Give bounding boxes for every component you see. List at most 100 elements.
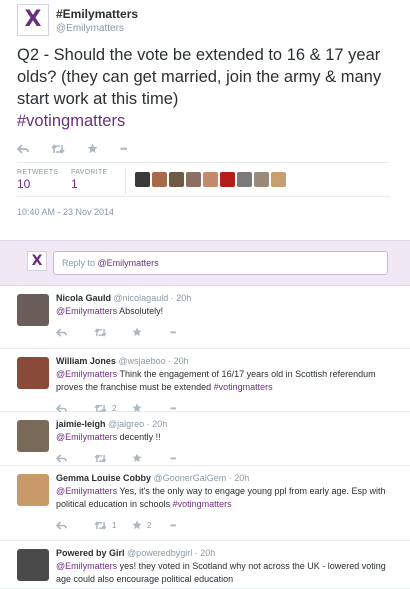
reply-button[interactable] bbox=[56, 453, 94, 463]
reply-author-avatar[interactable] bbox=[17, 474, 49, 506]
retweet-icon bbox=[51, 143, 65, 154]
reply-text: @Emilymatters Yes, it's the only way to … bbox=[56, 485, 401, 511]
more-button[interactable]: ••• bbox=[170, 328, 176, 337]
star-icon bbox=[132, 453, 142, 463]
retweet-button[interactable] bbox=[94, 453, 132, 463]
retweets-label: RETWEETS bbox=[17, 169, 59, 176]
reply-button[interactable] bbox=[56, 327, 94, 337]
reply-hashtag[interactable]: #votingmatters bbox=[214, 382, 273, 392]
reply-mention[interactable]: @Emilymatters bbox=[56, 432, 117, 442]
star-icon bbox=[132, 327, 142, 337]
retweet-icon bbox=[94, 453, 107, 463]
reply-prefix: Reply to bbox=[62, 258, 98, 268]
author-avatar[interactable]: X bbox=[17, 4, 49, 36]
reply-mention[interactable]: @Emilymatters bbox=[56, 369, 117, 379]
reply-icon bbox=[56, 327, 67, 337]
favorite-button[interactable] bbox=[87, 143, 98, 154]
reply-author-avatar[interactable] bbox=[17, 294, 49, 326]
reply-time[interactable]: · 20h bbox=[195, 548, 216, 558]
favorite-button[interactable]: 2 bbox=[132, 520, 170, 530]
more-icon: ••• bbox=[170, 453, 176, 463]
reply-author-avatar[interactable] bbox=[17, 549, 49, 581]
favoriter-avatar[interactable] bbox=[135, 172, 150, 187]
reply-time[interactable]: · 20h bbox=[171, 293, 192, 303]
reply-time[interactable]: · 20h bbox=[147, 419, 168, 429]
favoriter-avatar[interactable] bbox=[237, 172, 252, 187]
reply-icon bbox=[17, 143, 29, 154]
author-handle[interactable]: @Emilymatters bbox=[56, 23, 124, 34]
favorites-count[interactable]: 1 bbox=[71, 177, 78, 191]
reply-header: Gemma Louise Cobby @GoonerGalGem · 20h bbox=[56, 473, 249, 483]
favoriter-avatar[interactable] bbox=[271, 172, 286, 187]
favoriter-avatar[interactable] bbox=[220, 172, 235, 187]
favorite-count: 2 bbox=[147, 520, 152, 530]
divider bbox=[17, 196, 390, 197]
favorite-button[interactable] bbox=[132, 327, 170, 337]
author-name[interactable]: #Emilymatters bbox=[56, 7, 138, 21]
reply-author-handle[interactable]: @jalgreo bbox=[108, 419, 144, 429]
reply-mention[interactable]: @Emilymatters bbox=[56, 561, 117, 571]
more-button[interactable]: ••• bbox=[170, 520, 176, 530]
reply-button[interactable] bbox=[17, 143, 29, 154]
reply-tweet[interactable]: Powered by Girl @poweredbygirl · 20h @Em… bbox=[0, 541, 410, 589]
reply-mention[interactable]: @Emilymatters bbox=[56, 306, 117, 316]
favoriter-avatar[interactable] bbox=[152, 172, 167, 187]
tweet-text: Q2 - Should the vote be extended to 16 &… bbox=[17, 44, 403, 132]
reply-tweet[interactable]: William Jones @wsjaeboo · 20h @Emilymatt… bbox=[0, 349, 410, 413]
reply-mention[interactable]: @Emilymatters bbox=[56, 486, 117, 496]
reply-button[interactable] bbox=[56, 520, 94, 530]
favoriter-avatar[interactable] bbox=[186, 172, 201, 187]
favoriter-avatar[interactable] bbox=[254, 172, 269, 187]
main-tweet: X #Emilymatters @Emilymatters Q2 - Shoul… bbox=[0, 0, 410, 240]
reply-time[interactable]: · 20h bbox=[168, 356, 189, 366]
reply-author-name[interactable]: Gemma Louise Cobby bbox=[56, 473, 151, 483]
reply-body-text: Absolutely! bbox=[117, 306, 164, 316]
reply-hashtag[interactable]: #votingmatters bbox=[173, 499, 232, 509]
reply-author-avatar[interactable] bbox=[17, 357, 49, 389]
reply-avatar: X bbox=[27, 251, 47, 271]
reply-time[interactable]: · 20h bbox=[229, 473, 250, 483]
reply-author-name[interactable]: jaimie-leigh bbox=[56, 419, 106, 429]
reply-author-name[interactable]: William Jones bbox=[56, 356, 116, 366]
retweet-button[interactable] bbox=[51, 143, 65, 154]
more-icon: ••• bbox=[170, 520, 176, 530]
star-icon bbox=[87, 143, 98, 154]
retweet-button[interactable] bbox=[94, 327, 132, 337]
reply-tweet[interactable]: Gemma Louise Cobby @GoonerGalGem · 20h @… bbox=[0, 466, 410, 541]
reply-tweet[interactable]: Nicola Gauld @nicolagauld · 20h @Emilyma… bbox=[0, 286, 410, 349]
favorites-label: FAVORITE bbox=[71, 169, 108, 176]
retweets-count[interactable]: 10 bbox=[17, 177, 30, 191]
reply-author-avatar[interactable] bbox=[17, 420, 49, 452]
tweet-timestamp[interactable]: 10:40 AM - 23 Nov 2014 bbox=[17, 207, 114, 217]
favoriter-avatar[interactable] bbox=[203, 172, 218, 187]
reply-text: @Emilymatters Absolutely! bbox=[56, 305, 401, 318]
reply-author-name[interactable]: Nicola Gauld bbox=[56, 293, 111, 303]
reply-header: Nicola Gauld @nicolagauld · 20h bbox=[56, 293, 191, 303]
reply-author-handle[interactable]: @wsjaeboo bbox=[118, 356, 165, 366]
reply-text: @Emilymatters decently !! bbox=[56, 431, 401, 444]
avatar-x-logo: X bbox=[31, 253, 43, 269]
reply-text: @Emilymatters Think the engagement of 16… bbox=[56, 368, 401, 394]
stat-separator bbox=[125, 168, 126, 194]
favorite-button[interactable] bbox=[132, 453, 170, 463]
more-button[interactable]: ••• bbox=[120, 144, 128, 154]
reply-icon bbox=[56, 453, 67, 463]
tweet-hashtag[interactable]: #votingmatters bbox=[17, 112, 125, 130]
reply-actions: ••• bbox=[56, 453, 176, 463]
reply-composer: X Reply to @Emilymatters bbox=[0, 240, 410, 286]
more-button[interactable]: ••• bbox=[170, 453, 176, 463]
reply-author-handle[interactable]: @poweredbygirl bbox=[127, 548, 192, 558]
retweet-button[interactable]: 1 bbox=[94, 521, 132, 530]
tweet-body: Q2 - Should the vote be extended to 16 &… bbox=[17, 46, 382, 108]
reply-author-handle[interactable]: @nicolagauld bbox=[114, 293, 169, 303]
favoriter-avatar[interactable] bbox=[169, 172, 184, 187]
reply-input[interactable]: Reply to @Emilymatters bbox=[53, 251, 388, 275]
reply-actions: 1 2 ••• bbox=[56, 520, 176, 530]
avatar-x-logo: X bbox=[24, 7, 42, 32]
reply-text: @Emilymatters yes! they voted in Scotlan… bbox=[56, 560, 401, 586]
reply-author-name[interactable]: Powered by Girl bbox=[56, 548, 125, 558]
retweet-icon bbox=[94, 327, 107, 337]
reply-author-handle[interactable]: @GoonerGalGem bbox=[154, 473, 227, 483]
divider bbox=[17, 162, 390, 163]
reply-tweet[interactable]: jaimie-leigh @jalgreo · 20h @Emilymatter… bbox=[0, 412, 410, 466]
